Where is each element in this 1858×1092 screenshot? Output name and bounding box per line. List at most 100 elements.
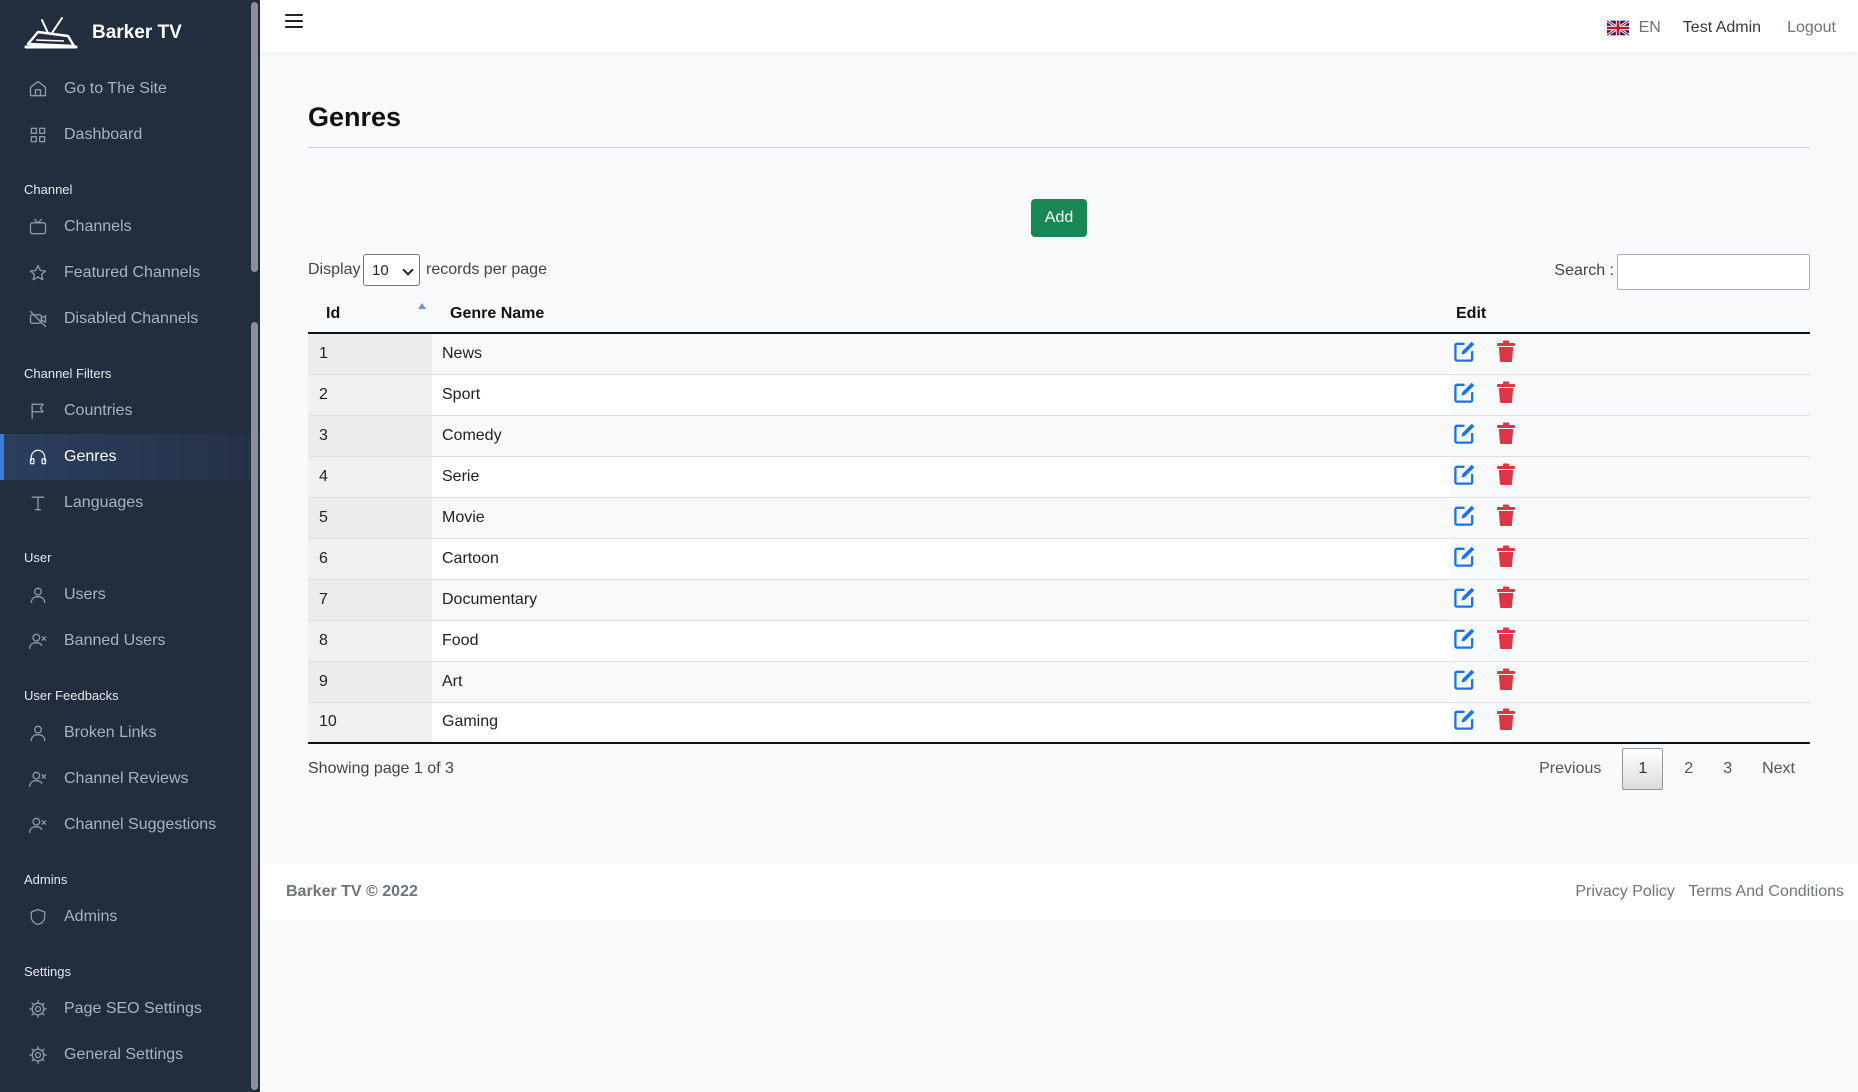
pagination-next[interactable]: Next	[1747, 748, 1810, 790]
edit-icon[interactable]	[1453, 586, 1476, 608]
sidebar-item-featured-channels[interactable]: Featured Channels	[0, 250, 260, 296]
user-icon	[28, 723, 48, 743]
cell-genre-name: Sport	[432, 374, 1451, 416]
edit-icon[interactable]	[1453, 668, 1476, 690]
sidebar-item-channel-reviews[interactable]: Channel Reviews	[0, 756, 260, 802]
sidebar-item-label: Channel Suggestions	[64, 816, 217, 833]
sidebar-item-channel-suggestions[interactable]: Channel Suggestions	[0, 802, 260, 848]
edit-icon[interactable]	[1453, 627, 1476, 649]
cell-actions	[1451, 579, 1810, 621]
sidebar-item-broken-links[interactable]: Broken Links	[0, 710, 260, 756]
cell-genre-name: News	[432, 333, 1451, 375]
cell-id: 2	[308, 374, 432, 416]
type-icon	[28, 493, 48, 513]
cell-genre-name: Documentary	[432, 579, 1451, 621]
edit-icon[interactable]	[1453, 463, 1476, 485]
shield-icon	[28, 907, 48, 927]
search-input[interactable]	[1617, 254, 1810, 290]
sidebar-item-general-settings[interactable]: General Settings	[0, 1032, 260, 1078]
column-header-edit: Edit	[1451, 295, 1810, 334]
edit-icon[interactable]	[1453, 708, 1476, 731]
trash-icon[interactable]	[1497, 381, 1515, 403]
records-per-page-select[interactable]: 10	[363, 254, 420, 286]
cell-actions	[1451, 374, 1810, 416]
cell-id: 3	[308, 415, 432, 457]
table-row: 4 Serie	[308, 456, 1810, 498]
sidebar-item-label: Featured Channels	[64, 264, 201, 281]
sidebar-item-disabled-channels[interactable]: Disabled Channels	[0, 296, 260, 342]
language-code[interactable]: EN	[1639, 19, 1661, 37]
sidebar-item-dashboard[interactable]: Dashboard	[0, 112, 260, 158]
scrollbar-thumb[interactable]	[251, 322, 258, 1090]
terms-link[interactable]: Terms And Conditions	[1688, 883, 1844, 900]
table-row: 5 Movie	[308, 497, 1810, 539]
sidebar-item-label: Page SEO Settings	[64, 1000, 202, 1017]
logout-link[interactable]: Logout	[1787, 19, 1836, 37]
user-x-icon	[28, 815, 48, 835]
edit-icon[interactable]	[1453, 381, 1476, 403]
cell-genre-name: Movie	[432, 497, 1451, 539]
user-name[interactable]: Test Admin	[1683, 19, 1761, 37]
brand[interactable]: Barker TV	[0, 0, 260, 66]
sidebar-item-label: Genres	[64, 448, 117, 465]
trash-icon[interactable]	[1497, 340, 1515, 362]
table-controls: Display 10 records per page Search :	[308, 253, 1810, 290]
footer-links: Privacy Policy Terms And Conditions	[1566, 883, 1844, 901]
sidebar-section-user-feedbacks: User Feedbacks	[24, 688, 119, 703]
sidebar-item-label: Go to The Site	[64, 80, 167, 97]
sidebar-item-languages[interactable]: Languages	[0, 480, 260, 526]
edit-icon[interactable]	[1453, 422, 1476, 444]
column-header-edit-label: Edit	[1456, 304, 1487, 322]
pagination-page-1[interactable]: 1	[1622, 748, 1664, 790]
edit-icon[interactable]	[1453, 545, 1476, 567]
add-genre-button[interactable]: Add	[1031, 199, 1087, 237]
trash-icon[interactable]	[1497, 422, 1515, 444]
table-row: 7 Documentary	[308, 579, 1810, 621]
sidebar-item-admins[interactable]: Admins	[0, 894, 260, 940]
cell-genre-name: Comedy	[432, 415, 1451, 457]
edit-icon[interactable]	[1453, 504, 1476, 526]
privacy-policy-link[interactable]: Privacy Policy	[1575, 883, 1675, 900]
video-off-icon	[28, 309, 48, 329]
sidebar-item-countries[interactable]: Countries	[0, 388, 260, 434]
column-header-genre-name[interactable]: Genre Name	[432, 295, 1451, 334]
trash-icon[interactable]	[1497, 504, 1515, 526]
sidebar-item-go-to-the-site[interactable]: Go to The Site	[0, 66, 260, 112]
table-row: 8 Food	[308, 620, 1810, 662]
column-header-id[interactable]: Id	[308, 295, 432, 334]
trash-icon[interactable]	[1497, 463, 1515, 485]
home-icon	[28, 79, 48, 99]
pagination-page-3[interactable]: 3	[1708, 748, 1747, 790]
sidebar-item-banned-users[interactable]: Banned Users	[0, 618, 260, 664]
pagination-previous[interactable]: Previous	[1524, 748, 1616, 790]
cell-actions	[1451, 333, 1810, 375]
sidebar-item-channels[interactable]: Channels	[0, 204, 260, 250]
menu-toggle-icon[interactable]	[285, 14, 303, 30]
chevron-down-icon	[402, 264, 414, 276]
sort-ascending-icon	[418, 303, 426, 309]
sidebar-item-users[interactable]: Users	[0, 572, 260, 618]
pagination-page-2[interactable]: 2	[1669, 748, 1708, 790]
trash-icon[interactable]	[1497, 708, 1515, 731]
trash-icon[interactable]	[1497, 668, 1515, 690]
page-title: Genres	[308, 102, 402, 132]
trash-icon[interactable]	[1497, 586, 1515, 608]
table-row: 3 Comedy	[308, 415, 1810, 457]
brand-name: Barker TV	[92, 22, 182, 43]
trash-icon[interactable]	[1497, 545, 1515, 567]
star-icon	[28, 263, 48, 283]
edit-icon[interactable]	[1453, 340, 1476, 362]
sidebar-item-label: Disabled Channels	[64, 310, 199, 327]
table-header-row: Id Genre Name Edit	[308, 295, 1810, 334]
gear-icon	[28, 999, 48, 1019]
sidebar-item-page-seo-settings[interactable]: Page SEO Settings	[0, 986, 260, 1032]
uk-flag-icon[interactable]	[1606, 20, 1629, 36]
sidebar-item-label: Channels	[64, 218, 132, 235]
cell-id: 5	[308, 497, 432, 539]
scrollbar-thumb-top[interactable]	[251, 2, 258, 272]
sidebar-item-genres[interactable]: Genres	[0, 434, 260, 480]
trash-icon[interactable]	[1497, 627, 1515, 649]
sidebar-scrollbar[interactable]	[251, 2, 258, 1090]
sidebar-section-admins: Admins	[24, 872, 68, 887]
cell-genre-name: Gaming	[432, 702, 1451, 744]
